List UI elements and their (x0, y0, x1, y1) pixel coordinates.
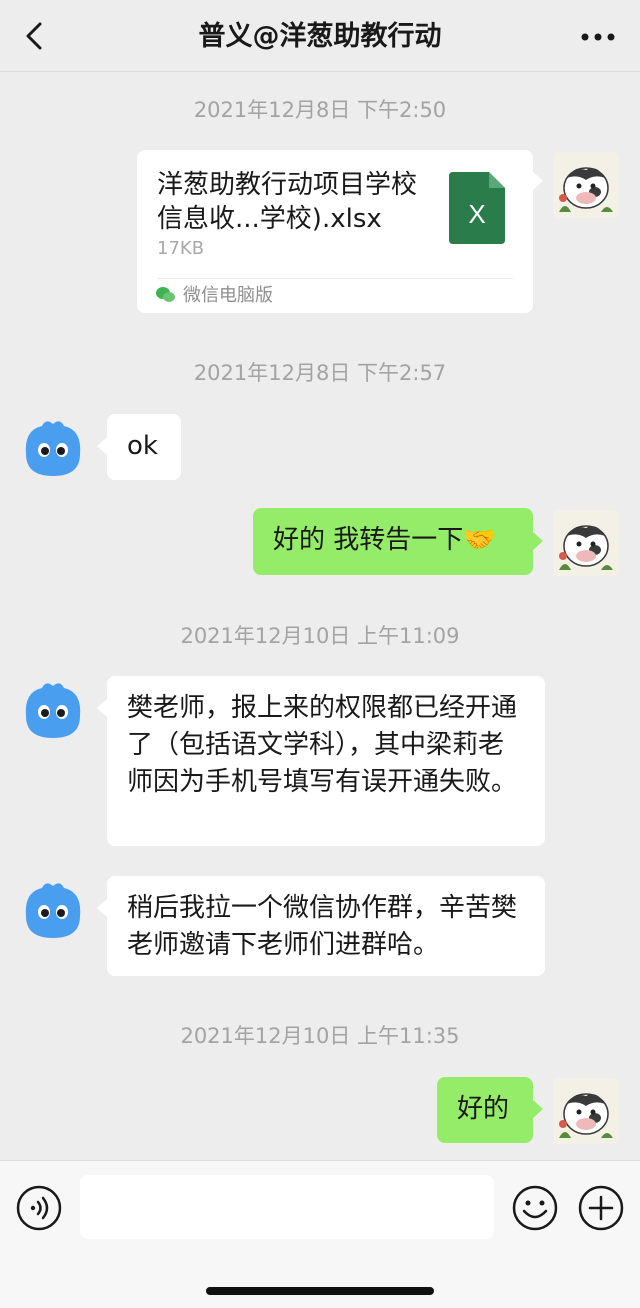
cow-avatar-icon (553, 1078, 619, 1144)
contact-avatar[interactable] (20, 876, 86, 942)
wechat-icon (156, 287, 175, 302)
bubble-tail (533, 532, 543, 550)
message-bubble[interactable]: ok (107, 414, 181, 480)
bubble-tail (533, 172, 543, 190)
more-icon[interactable] (580, 32, 616, 42)
message-bubble-self[interactable]: 好的 (437, 1077, 533, 1143)
chat-title: 普义@洋葱助教行动 (198, 21, 442, 52)
bubble-tail (533, 1100, 543, 1118)
message-bubble-self[interactable]: 好的 我转告一下🤝 (253, 508, 533, 575)
blob-avatar-icon (20, 414, 86, 480)
timestamp: 2021年12月8日 下午2:50 (193, 98, 447, 122)
contact-avatar[interactable] (20, 676, 86, 742)
message-input[interactable] (80, 1175, 494, 1239)
bubble-tail (97, 899, 107, 917)
timestamp: 2021年12月10日 上午11:35 (180, 1024, 460, 1048)
cow-avatar-icon (553, 152, 619, 218)
contact-avatar[interactable] (20, 414, 86, 480)
file-size: 17KB (157, 238, 205, 259)
input-bar (0, 1160, 640, 1308)
timestamp: 2021年12月8日 下午2:57 (193, 361, 447, 385)
message-bubble[interactable]: 稍后我拉一个微信协作群，辛苦樊老师邀请下老师们进群哈。 (107, 876, 545, 976)
excel-file-icon: X (449, 172, 505, 244)
bubble-tail (97, 437, 107, 455)
file-name: 洋葱助教行动项目学校信息收...学校).xlsx (157, 170, 418, 234)
self-avatar[interactable] (553, 1078, 619, 1144)
divider (157, 278, 513, 279)
file-message-card[interactable]: 洋葱助教行动项目学校信息收...学校).xlsx 17KB X 微信电脑版 (137, 150, 533, 313)
file-source: 微信电脑版 (183, 285, 273, 306)
voice-icon[interactable] (16, 1185, 62, 1231)
chat-header: 普义@洋葱助教行动 (0, 0, 640, 72)
excel-letter: X (468, 199, 485, 229)
bubble-tail (97, 699, 107, 717)
self-avatar[interactable] (553, 510, 619, 576)
emoji-icon[interactable] (512, 1185, 558, 1231)
cow-avatar-icon (553, 510, 619, 576)
message-bubble[interactable]: 樊老师，报上来的权限都已经开通了（包括语文学科），其中梁莉老师因为手机号填写有误… (107, 676, 545, 846)
timestamp: 2021年12月10日 上午11:09 (180, 624, 460, 648)
self-avatar[interactable] (553, 152, 619, 218)
blob-avatar-icon (20, 676, 86, 742)
home-indicator[interactable] (206, 1287, 434, 1295)
blob-avatar-icon (20, 876, 86, 942)
plus-icon[interactable] (578, 1185, 624, 1231)
